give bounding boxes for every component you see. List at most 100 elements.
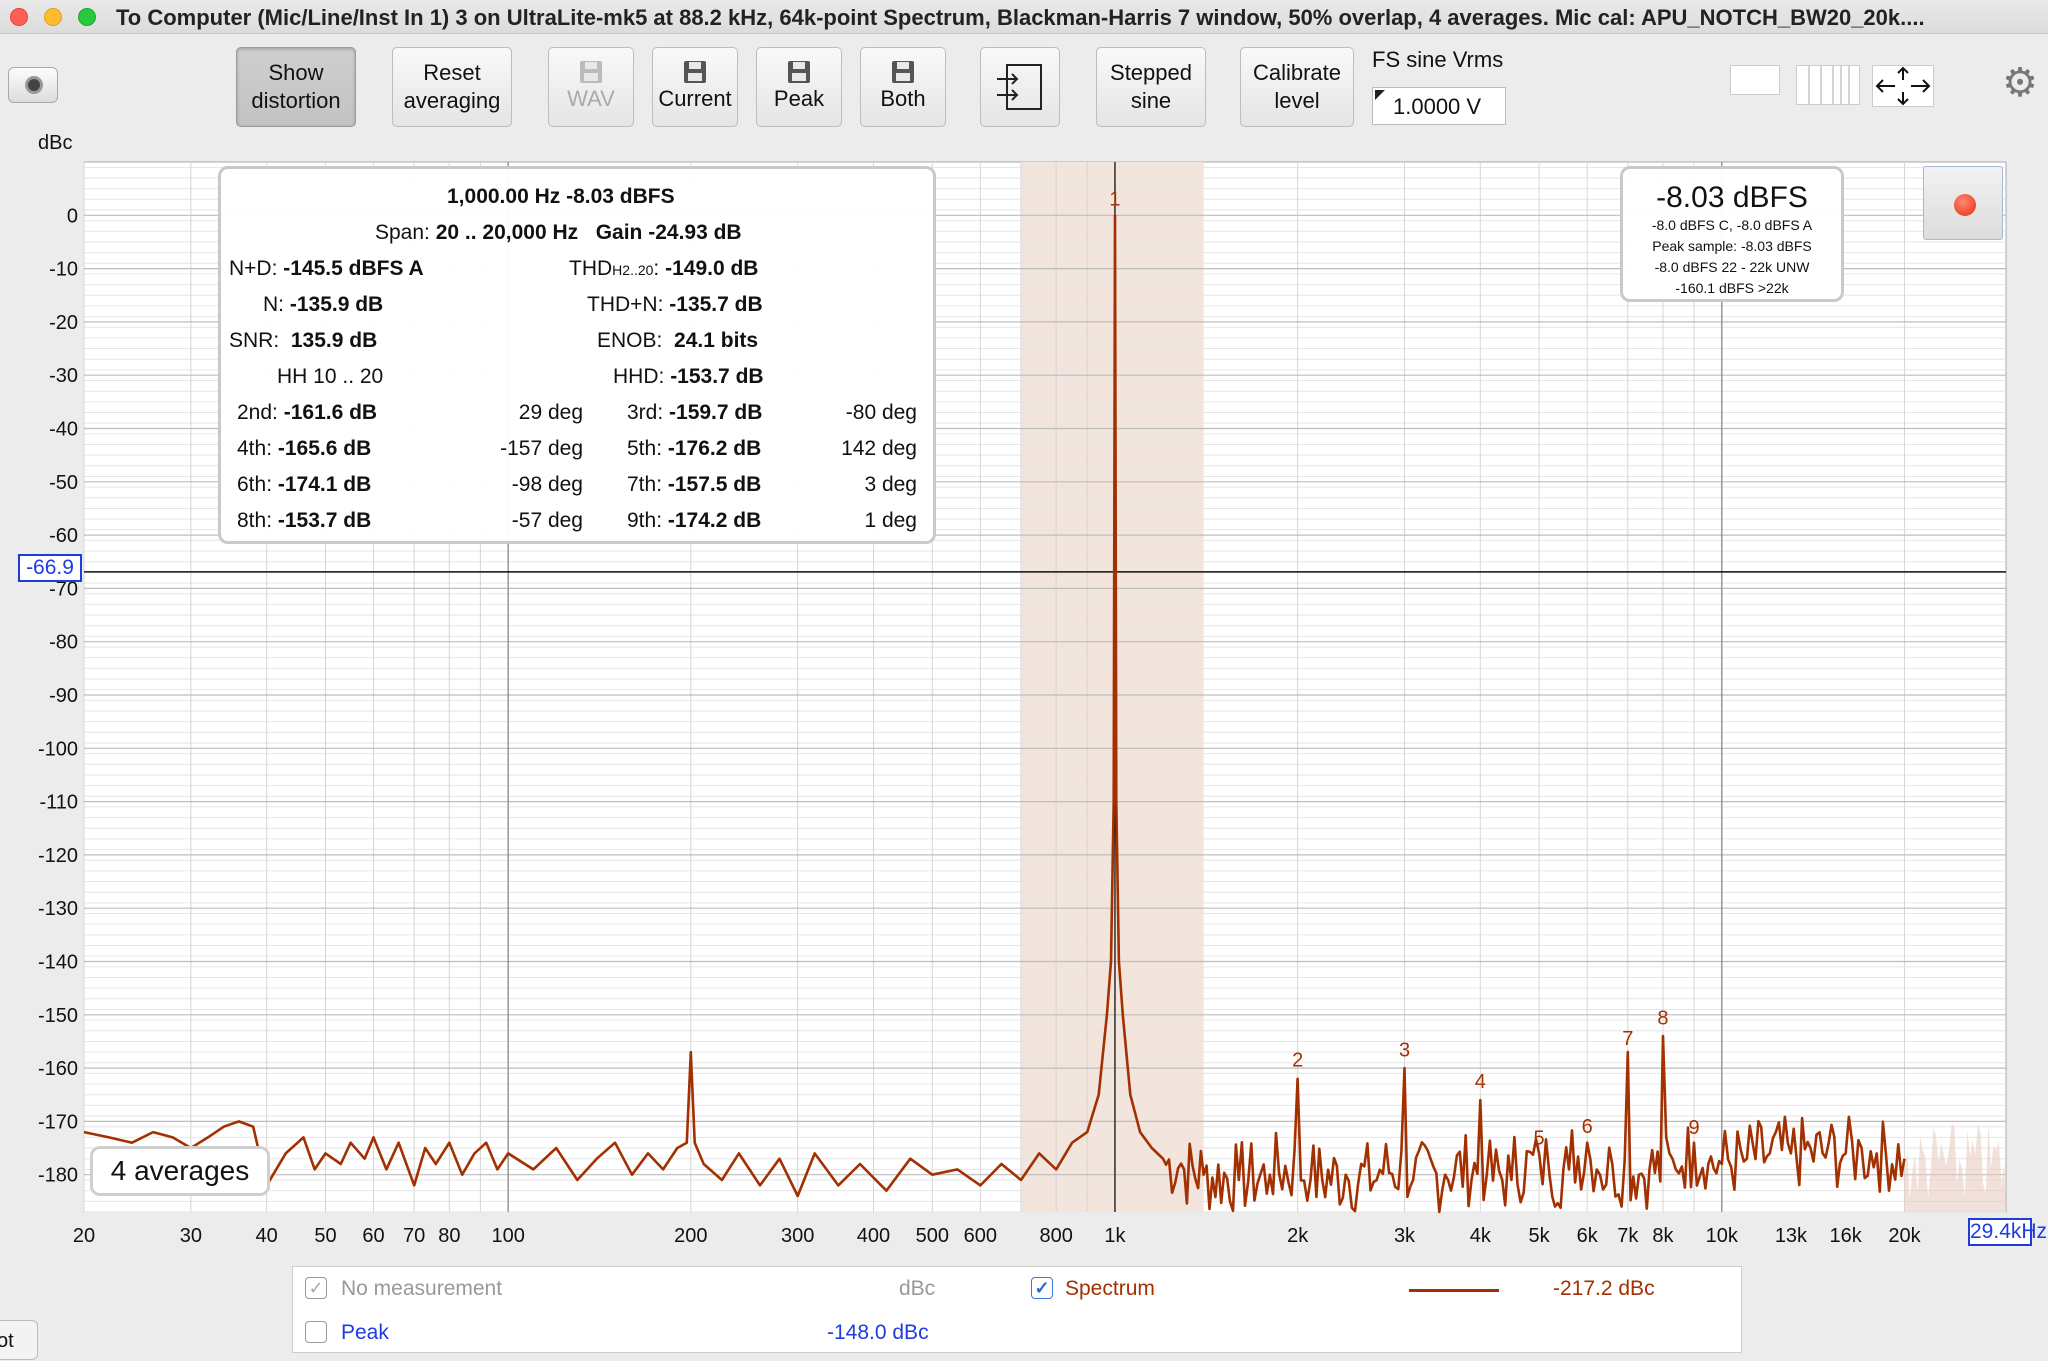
y-tick-label: -50 (49, 472, 78, 494)
harmonic-value: -159.7 dB (669, 401, 763, 424)
fundamental-readout: 1,000.00 Hz -8.03 dBFS (447, 185, 675, 208)
save-wav-button[interactable]: WAV (548, 47, 634, 127)
harmonic-label: 5th: (627, 437, 663, 460)
level-main-readout: -8.03 dBFS (1656, 181, 1808, 214)
y-tick-label: -130 (38, 898, 78, 920)
x-tick-label: 10k (1706, 1225, 1739, 1247)
graph-columns-button[interactable] (1796, 65, 1860, 105)
enob-label: ENOB: (597, 329, 663, 352)
y-tick-label: -40 (49, 418, 78, 440)
peak-value: -148.0 dBc (827, 1321, 929, 1344)
legend-panel: ✓ No measurement dBc ✓ Spectrum -217.2 d… (292, 1266, 1742, 1353)
y-tick-label: -60 (49, 525, 78, 547)
thdn-value: -135.7 dB (669, 293, 763, 316)
floppy-disk-icon (788, 61, 810, 83)
no-measurement-checkbox[interactable]: ✓ (305, 1277, 327, 1299)
y-tick-label: -30 (49, 365, 78, 387)
current-label: Current (658, 86, 732, 111)
minimize-window-button[interactable] (44, 8, 62, 26)
x-tick-label: 60 (362, 1225, 384, 1247)
x-tick-labels: 20 30 40 50 60 70 80 100 200 300 400 500 600 800 1k 2k 3… (73, 1225, 1922, 1247)
reset-averaging-button[interactable]: Reset averaging (392, 47, 512, 127)
harmonic-value: -161.6 dB (283, 401, 378, 424)
harmonic-value: -165.6 dB (277, 437, 372, 460)
level-line: -8.0 dBFS 22 - 22k UNW (1654, 259, 1810, 275)
x-tick-label: 70 (403, 1225, 425, 1247)
hhd-label: HHD: (613, 365, 665, 388)
snr-value: 135.9 dB (290, 329, 378, 352)
y-tick-label: -80 (49, 632, 78, 654)
harmonic-value: -153.7 dB (277, 509, 372, 532)
close-window-button[interactable] (10, 8, 28, 26)
harmonic-phase: -80 deg (845, 401, 917, 424)
save-current-button[interactable]: Current (652, 47, 738, 127)
harmonic-label-4: 4 (1475, 1071, 1486, 1093)
calibrate-level-label-2: level (1274, 88, 1320, 113)
nd-label: N+D: (229, 257, 278, 280)
import-export-button[interactable] (980, 47, 1060, 127)
fs-sine-vrms-label: FS sine Vrms (1372, 47, 1504, 72)
x-tick-label: 8k (1652, 1225, 1674, 1247)
level-line: -8.0 dBFS C, -8.0 dBFS A (1651, 217, 1813, 233)
harmonic-label: 8th: (237, 509, 273, 532)
stepped-sine-button[interactable]: Stepped sine (1096, 47, 1206, 127)
level-meter-panel: -8.03 dBFS -8.0 dBFS C, -8.0 dBFS A Peak… (1620, 166, 1844, 302)
x-tick-label: 300 (781, 1225, 814, 1247)
harmonic-label-1: 1 (1109, 188, 1120, 210)
x-tick-label: 5k (1529, 1225, 1551, 1247)
fit-axes-button[interactable] (1872, 65, 1934, 107)
harmonic-label-7: 7 (1622, 1028, 1633, 1050)
hhd-value: -153.7 dB (670, 365, 764, 388)
distortion-panel: 1,000.00 Hz -8.03 dBFS Span: 20 .. 20,00… (218, 166, 936, 544)
cursor-x-readout[interactable]: 29.4kHz (1968, 1218, 2047, 1246)
show-distortion-button[interactable]: Show distortion (236, 47, 356, 127)
fundamental-highlight-band (1020, 162, 1204, 1212)
record-button[interactable] (1923, 166, 2003, 240)
save-peak-button[interactable]: Peak (756, 47, 842, 127)
spectrum-checkbox[interactable]: ✓ (1031, 1277, 1053, 1299)
harmonic-phase: 142 deg (841, 437, 917, 460)
graph-size-small-button[interactable] (1730, 65, 1780, 95)
harmonic-value: -174.2 dB (667, 509, 762, 532)
window-title: To Computer (Mic/Line/Inst In 1) 3 on Ul… (116, 5, 1925, 30)
save-both-button[interactable]: Both (860, 47, 946, 127)
gear-icon[interactable]: ⚙ (2000, 63, 2040, 103)
x-tick-label: 1k (1104, 1225, 1126, 1247)
y-tick-label: -100 (38, 738, 78, 760)
y-tick-label: -170 (38, 1111, 78, 1133)
harmonic-phase: 3 deg (864, 473, 917, 496)
level-line: Peak sample: -8.03 dBFS (1652, 238, 1812, 254)
camera-icon[interactable] (8, 67, 58, 103)
x-tick-label: 500 (916, 1225, 949, 1247)
cursor-y-readout[interactable]: -66.9 (18, 554, 82, 582)
calibrate-level-button[interactable]: Calibrate level (1240, 47, 1354, 127)
x-tick-label: 50 (314, 1225, 336, 1247)
harmonic-label: 3rd: (627, 401, 664, 424)
harmonic-phase: -98 deg (511, 473, 583, 496)
x-tick-label: 600 (964, 1225, 997, 1247)
y-tick-label: 0 (67, 205, 78, 227)
averages-badge: 4 averages (90, 1146, 270, 1196)
x-tick-label: 800 (1039, 1225, 1072, 1247)
x-tick-label: 7k (1617, 1225, 1639, 1247)
harmonic-label: 6th: (237, 473, 273, 496)
peak-checkbox[interactable] (305, 1321, 327, 1343)
x-tick-label: 400 (857, 1225, 890, 1247)
harmonic-phase: 1 deg (864, 509, 917, 532)
x-tick-label: 100 (491, 1225, 524, 1247)
x-tick-label: 20k (1888, 1225, 1921, 1247)
bottom-left-tab[interactable]: ot (0, 1320, 38, 1360)
thd-label: THD (569, 257, 613, 280)
x-tick-label: 40 (256, 1225, 278, 1247)
peak-label: Peak (341, 1321, 389, 1344)
x-tick-label: 20 (73, 1225, 95, 1247)
harmonic-value: -157.5 dB (667, 473, 762, 496)
harmonic-phase: -157 deg (500, 437, 583, 460)
harmonic-label-5: 5 (1534, 1127, 1545, 1149)
expand-arrows-icon (1875, 66, 1931, 106)
fs-sine-vrms-input[interactable]: 1.0000 V (1372, 87, 1506, 125)
zoom-window-button[interactable] (78, 8, 96, 26)
harmonic-label-8: 8 (1657, 1008, 1668, 1030)
import-arrow-icon (997, 64, 1042, 110)
spectrum-swatch (1409, 1289, 1499, 1292)
